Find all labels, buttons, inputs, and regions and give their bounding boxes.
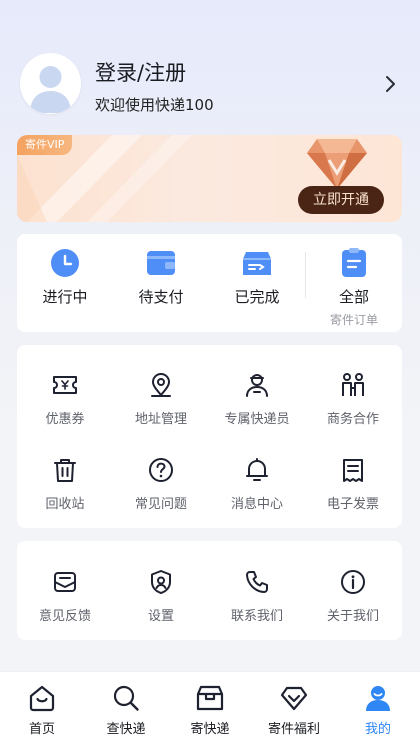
order-completed[interactable]: 已完成 [209,248,305,307]
tool-contact-us[interactable]: 联系我们 [209,569,305,624]
tab-track-label: 查快递 [106,722,146,737]
tool-about-us-label: 关于我们 [326,609,379,624]
chevron-right-icon[interactable] [380,74,400,94]
profile-header[interactable]: 登录/注册 欢迎使用快递100 [0,0,420,130]
tab-send-label: 寄快递 [190,722,230,737]
order-pending-payment[interactable]: 待支付 [113,248,209,307]
home-icon [29,685,55,712]
service-address-label: 地址管理 [134,412,187,427]
tool-contact-us-label: 联系我们 [230,609,283,624]
tool-settings-label: 设置 [147,609,174,624]
service-messages[interactable]: 消息中心 [209,457,305,512]
tool-about-us[interactable]: 关于我们 [305,569,401,624]
login-register-title[interactable]: 登录/注册 [95,57,186,87]
order-in-progress-label: 进行中 [42,288,88,306]
service-business-label: 商务合作 [326,412,379,427]
tool-settings[interactable]: 设置 [113,569,209,624]
service-invoice-label: 电子发票 [326,497,379,512]
service-invoice[interactable]: 电子发票 [305,457,401,512]
tab-track[interactable]: 查快递 [84,684,168,737]
tool-feedback-label: 意见反馈 [38,609,91,624]
profile-icon [366,686,390,711]
avatar[interactable] [20,53,81,114]
clock-icon [51,249,79,277]
service-coupon[interactable]: 优惠券 [17,372,113,427]
service-business[interactable]: 商务合作 [305,372,401,427]
welcome-subtitle: 欢迎使用快递100 [95,96,214,114]
order-list-icon [342,248,366,277]
service-recycle-bin[interactable]: 回收站 [17,457,113,512]
trash-icon [54,459,76,482]
tab-send[interactable]: 寄快递 [168,684,252,737]
tools-card: 意见反馈 设置 联系我们 关于我们 [17,541,402,640]
service-address[interactable]: 地址管理 [113,372,209,427]
tab-benefits-label: 寄件福利 [267,722,320,737]
order-in-progress[interactable]: 进行中 [17,248,113,307]
service-courier-label: 专属快递员 [224,412,290,427]
tab-home[interactable]: 首页 [0,684,84,737]
feedback-icon [54,572,76,592]
order-all[interactable]: 全部 寄件订单 [306,248,402,328]
bell-icon [246,458,268,481]
service-recycle-bin-label: 回收站 [45,497,85,512]
vip-tag: 寄件VIP [17,135,73,155]
order-pending-payment-label: 待支付 [138,288,184,306]
question-icon [149,458,173,482]
tool-feedback[interactable]: 意见反馈 [17,569,113,624]
courier-icon [246,374,268,397]
service-faq-label: 常见问题 [134,497,187,512]
location-pin-icon [151,373,171,397]
wallet-icon [147,251,175,275]
gift-diamond-icon [280,686,308,711]
tab-mine-label: 我的 [364,722,391,737]
invoice-icon [343,459,363,482]
default-avatar-icon [30,66,71,113]
services-card: 优惠券 地址管理 专属快递员 商务合作 回收站 常见问题 消息中心 电子发票 [17,345,402,528]
phone-icon [246,571,268,593]
order-all-label: 全部 [338,288,369,306]
search-icon [113,685,139,711]
tab-benefits[interactable]: 寄件福利 [252,684,336,737]
coupon-icon [53,376,77,394]
service-faq[interactable]: 常见问题 [113,457,209,512]
vip-banner[interactable]: 寄件VIP 立即开通 [17,135,402,222]
info-icon [341,570,365,594]
send-box-icon [196,685,224,711]
tab-home-label: 首页 [28,722,55,737]
service-messages-label: 消息中心 [230,497,283,512]
activate-vip-button[interactable]: 立即开通 [298,186,384,214]
service-coupon-label: 优惠券 [45,412,85,427]
tab-mine[interactable]: 我的 [336,684,420,737]
diamond-icon [307,139,367,189]
bottom-tab-bar: 首页 查快递 寄快递 寄件福利 我的 [0,671,420,747]
settings-shield-icon [151,570,171,594]
order-completed-label: 已完成 [234,288,280,306]
orders-card: 进行中 待支付 已完成 全部 寄件订单 [17,234,402,332]
service-courier[interactable]: 专属快递员 [209,372,305,427]
completed-box-icon [243,252,271,275]
order-all-sublabel: 寄件订单 [329,313,378,327]
handshake-icon [342,373,364,396]
